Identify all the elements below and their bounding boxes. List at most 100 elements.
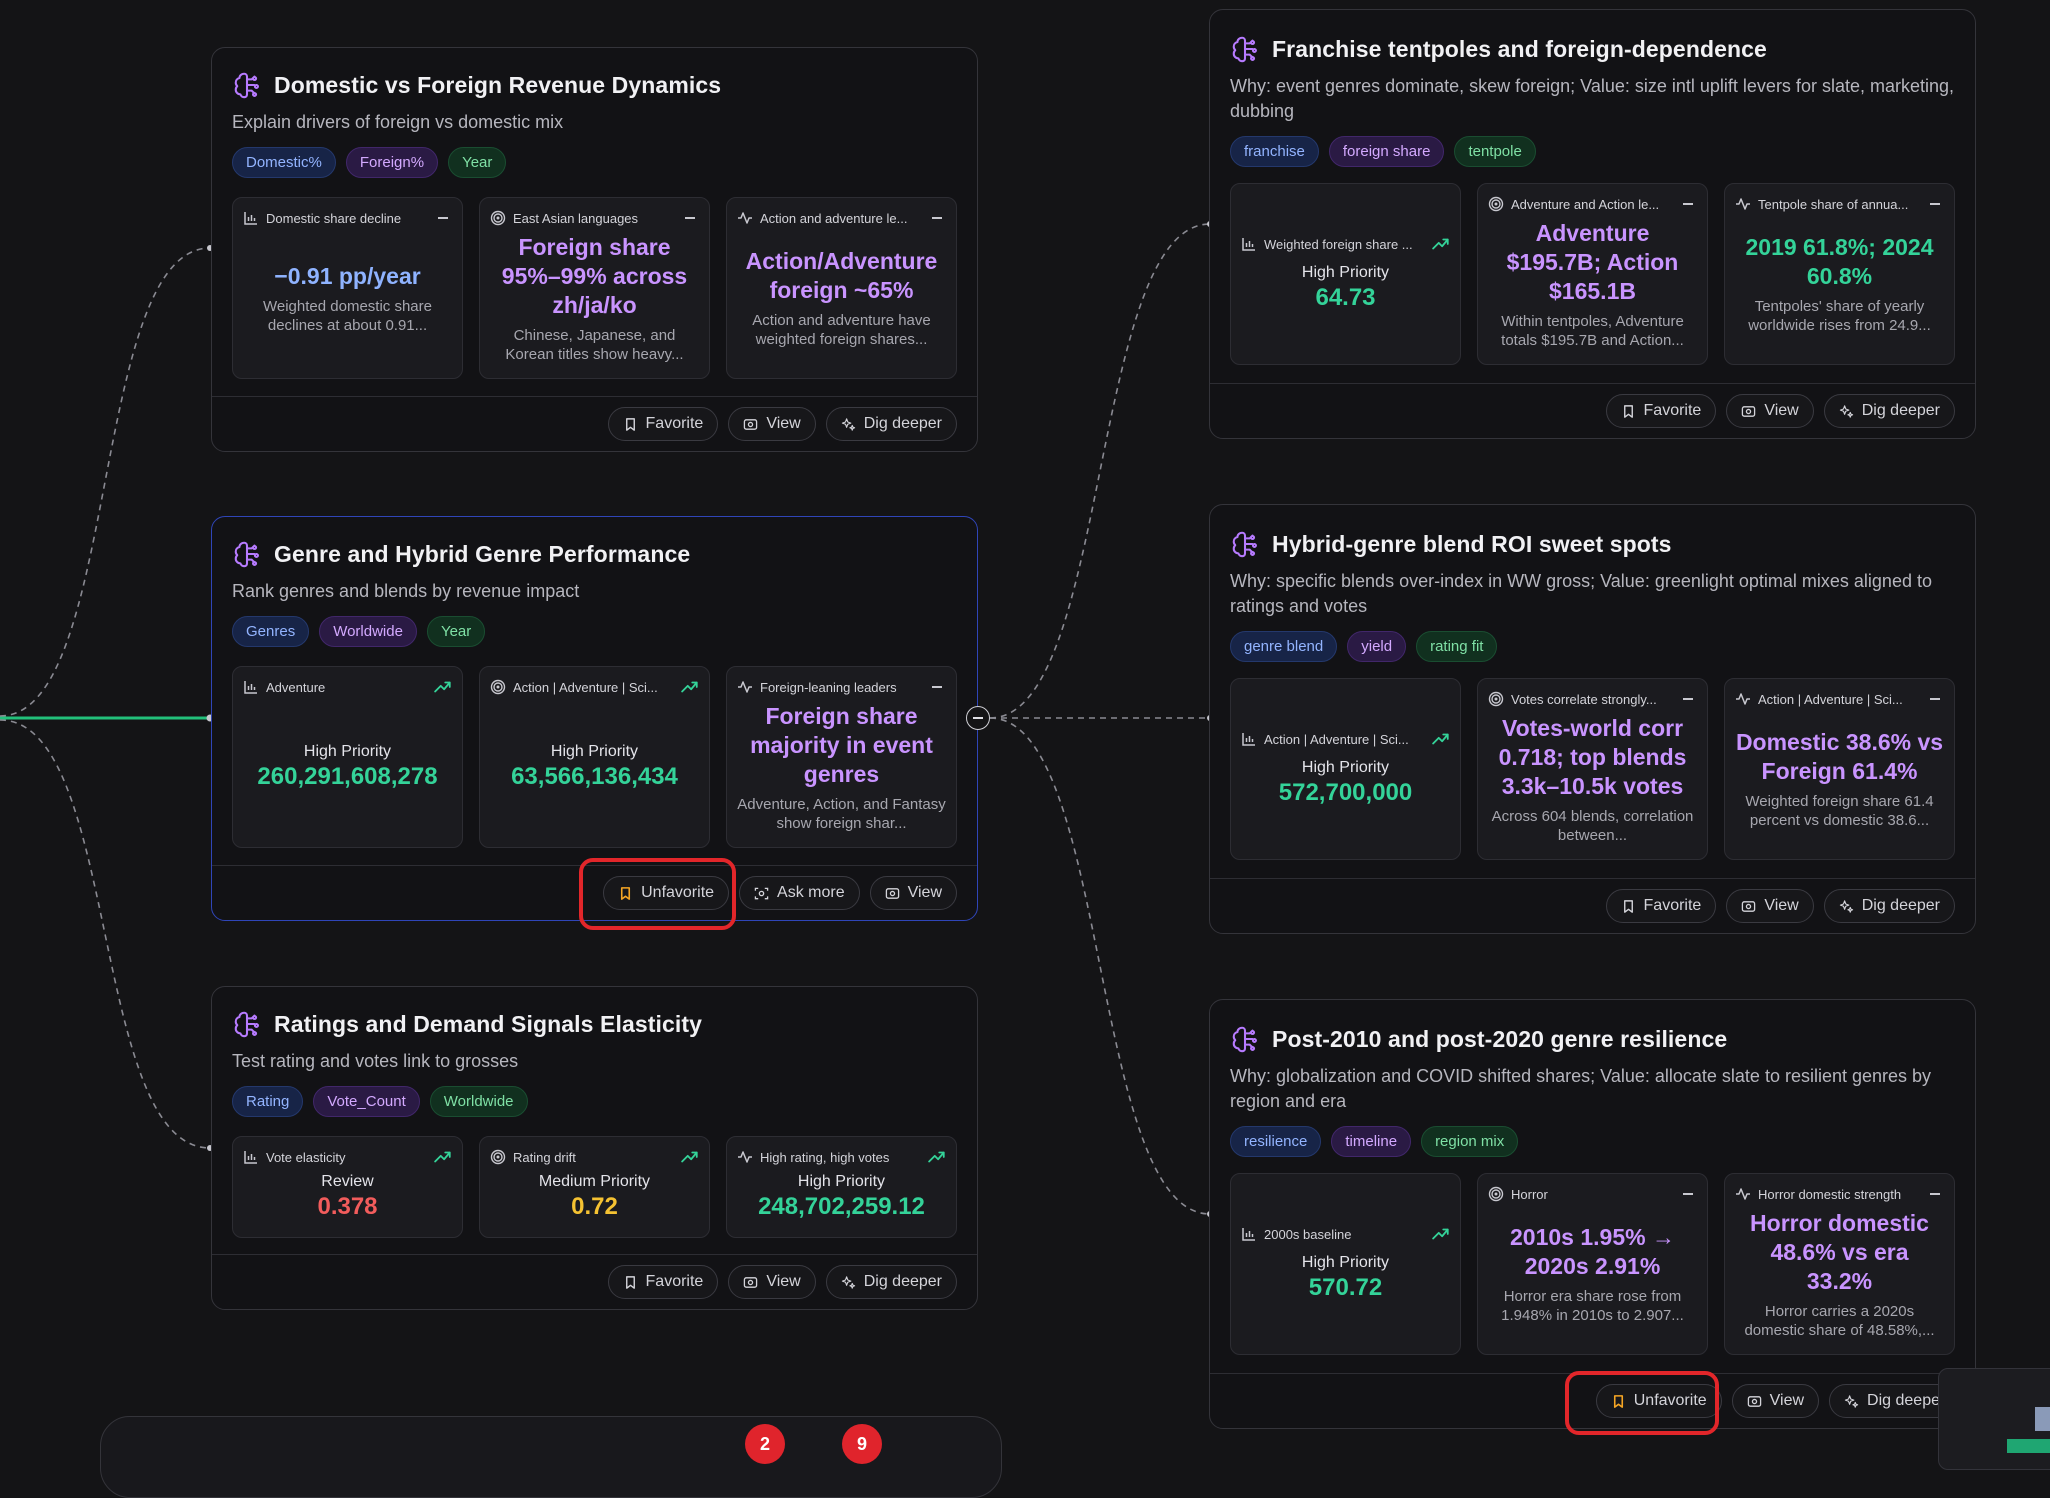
tag[interactable]: genre blend [1230, 631, 1338, 662]
trending-up-icon [1432, 1227, 1450, 1241]
priority-label: High Priority [1301, 1254, 1390, 1271]
priority-label: High Priority [797, 1173, 886, 1190]
trending-up-icon [434, 1150, 452, 1164]
metric-label: Domestic share decline [266, 210, 402, 226]
ask-more-button[interactable]: Ask more [739, 876, 860, 910]
metric-card[interactable]: Foreign-leaning leaders Foreign share ma… [726, 666, 957, 848]
card-title: Domestic vs Foreign Revenue Dynamics [274, 71, 722, 98]
favorite-button[interactable]: Favorite [607, 1265, 719, 1299]
metric-card[interactable]: Adventure and Action le... Adventure $19… [1477, 183, 1708, 365]
metric-label: Foreign-leaning leaders [760, 679, 897, 695]
dig-deeper-button[interactable]: Dig deeper [825, 407, 957, 441]
minus-icon [928, 680, 946, 694]
metric-card[interactable]: Action | Adventure | Sci... High Priorit… [479, 666, 710, 848]
tag[interactable]: Year [426, 616, 486, 647]
insight-card-franchise-tentpoles[interactable]: Franchise tentpoles and foreign-dependen… [1209, 9, 1976, 439]
dig-deeper-button[interactable]: Dig deeper [825, 1265, 957, 1299]
metric-card[interactable]: Vote elasticity Review 0.378 [232, 1136, 463, 1238]
brain-icon [1230, 34, 1260, 64]
minimap-node [2035, 1407, 2050, 1431]
sparkle-icon [1839, 404, 1854, 419]
collapse-node-button[interactable] [966, 706, 990, 730]
tag[interactable]: Worldwide [429, 1086, 528, 1117]
button-label: Ask more [777, 884, 845, 901]
tag[interactable]: timeline [1331, 1126, 1412, 1157]
metric-headline: Horror domestic 48.6% vs era 33.2% [1750, 1209, 1929, 1294]
card-subtitle: Explain drivers of foreign vs domestic m… [232, 112, 564, 132]
favorite-button[interactable]: Favorite [607, 407, 719, 441]
button-label: View [1764, 402, 1799, 419]
minimap-node [2007, 1439, 2050, 1453]
insight-card-ratings-elasticity[interactable]: Ratings and Demand Signals Elasticity Te… [211, 986, 978, 1310]
brain-icon [232, 539, 262, 569]
insight-card-hybrid-blend[interactable]: Hybrid-genre blend ROI sweet spots Why: … [1209, 504, 1976, 934]
metric-value: 260,291,608,278 [257, 763, 438, 790]
view-button[interactable]: View [1726, 394, 1814, 428]
metric-card[interactable]: Votes correlate strongly... Votes-world … [1477, 678, 1708, 860]
tag[interactable]: resilience [1230, 1126, 1322, 1157]
minus-icon [1926, 1187, 1944, 1201]
metric-label: 2000s baseline [1264, 1226, 1352, 1242]
view-button[interactable]: View [1726, 889, 1814, 923]
metric-card[interactable]: 2000s baseline High Priority 570.72 [1230, 1173, 1461, 1355]
sparkle-icon [841, 417, 856, 432]
tag[interactable]: franchise [1230, 136, 1319, 167]
metric-card[interactable]: Action | Adventure | Sci... Domestic 38.… [1724, 678, 1955, 860]
insight-card-genre-resilience[interactable]: Post-2010 and post-2020 genre resilience… [1209, 999, 1976, 1429]
pulse-icon [737, 210, 753, 226]
metric-card[interactable]: Weighted foreign share ... High Priority… [1230, 183, 1461, 365]
bar-chart-icon [1241, 236, 1257, 252]
insight-card-domestic-foreign[interactable]: Domestic vs Foreign Revenue Dynamics Exp… [211, 47, 978, 452]
metric-card[interactable]: Action | Adventure | Sci... High Priorit… [1230, 678, 1461, 860]
bookmark-icon [1621, 899, 1636, 914]
metric-card[interactable]: Domestic share decline −0.91 pp/year Wei… [232, 197, 463, 379]
metric-value: 0.378 [317, 1193, 378, 1220]
minus-icon [1926, 197, 1944, 211]
metric-card[interactable]: Horror 2010s 1.95% → 2020s 2.91% Horror … [1477, 1173, 1708, 1355]
tag[interactable]: tentpole [1454, 136, 1536, 167]
favorite-button[interactable]: Favorite [1605, 889, 1717, 923]
view-button[interactable]: View [869, 876, 957, 910]
dig-deeper-button[interactable]: Dig deeper [1823, 889, 1955, 923]
sparkle-icon [1839, 899, 1854, 914]
metric-headline: Domestic 38.6% vs Foreign 61.4% [1735, 729, 1944, 784]
metric-headline: 2010s 1.95% → 2020s 2.91% [1510, 1224, 1675, 1279]
view-button[interactable]: View [728, 1265, 816, 1299]
dig-deeper-button[interactable]: Dig deeper [1823, 394, 1955, 428]
metric-description: Chinese, Japanese, and Korean titles sho… [505, 326, 684, 363]
tag[interactable]: Worldwide [319, 616, 417, 647]
tag[interactable]: Vote_Count [313, 1086, 420, 1117]
metric-card[interactable]: Action and adventure le... Action/Advent… [726, 197, 957, 379]
view-icon [1741, 899, 1756, 914]
dig-deeper-button[interactable]: Dig deepe [1829, 1384, 1955, 1418]
tag[interactable]: foreign share [1328, 136, 1445, 167]
tag[interactable]: Foreign% [345, 147, 439, 178]
tag[interactable]: Rating [232, 1086, 304, 1117]
tag[interactable]: region mix [1421, 1126, 1519, 1157]
minus-icon [1926, 692, 1944, 706]
metric-card[interactable]: Horror domestic strength Horror domestic… [1724, 1173, 1955, 1355]
tag[interactable]: Domestic% [232, 147, 336, 178]
view-button[interactable]: View [728, 407, 816, 441]
bar-chart-icon [243, 679, 259, 695]
tag[interactable]: Year [448, 147, 507, 178]
metric-card[interactable]: Tentpole share of annua... 2019 61.8%; 2… [1724, 183, 1955, 365]
favorite-button[interactable]: Favorite [1605, 394, 1717, 428]
minimap[interactable] [1938, 1368, 2050, 1470]
bar-chart-icon [1241, 731, 1257, 747]
view-button[interactable]: View [1731, 1384, 1820, 1418]
sparkle-icon [841, 1275, 856, 1290]
tag[interactable]: yield [1347, 631, 1407, 662]
metric-card[interactable]: East Asian languages Foreign share 95%–9… [479, 197, 710, 379]
metric-card[interactable]: High rating, high votes High Priority 24… [726, 1136, 957, 1238]
tag[interactable]: Genres [232, 616, 310, 647]
trending-up-icon [681, 1150, 699, 1164]
metric-description: Weighted foreign share 61.4 percent vs d… [1745, 793, 1934, 829]
tag[interactable]: rating fit [1416, 631, 1498, 662]
metric-card[interactable]: Adventure High Priority 260,291,608,278 [232, 666, 463, 848]
metric-card[interactable]: Rating drift Medium Priority 0.72 [479, 1136, 710, 1238]
card-title: Ratings and Demand Signals Elasticity [274, 1010, 703, 1037]
metric-value: 572,700,000 [1278, 779, 1413, 806]
view-icon [885, 886, 900, 901]
metric-value: 248,702,259.12 [758, 1193, 925, 1220]
